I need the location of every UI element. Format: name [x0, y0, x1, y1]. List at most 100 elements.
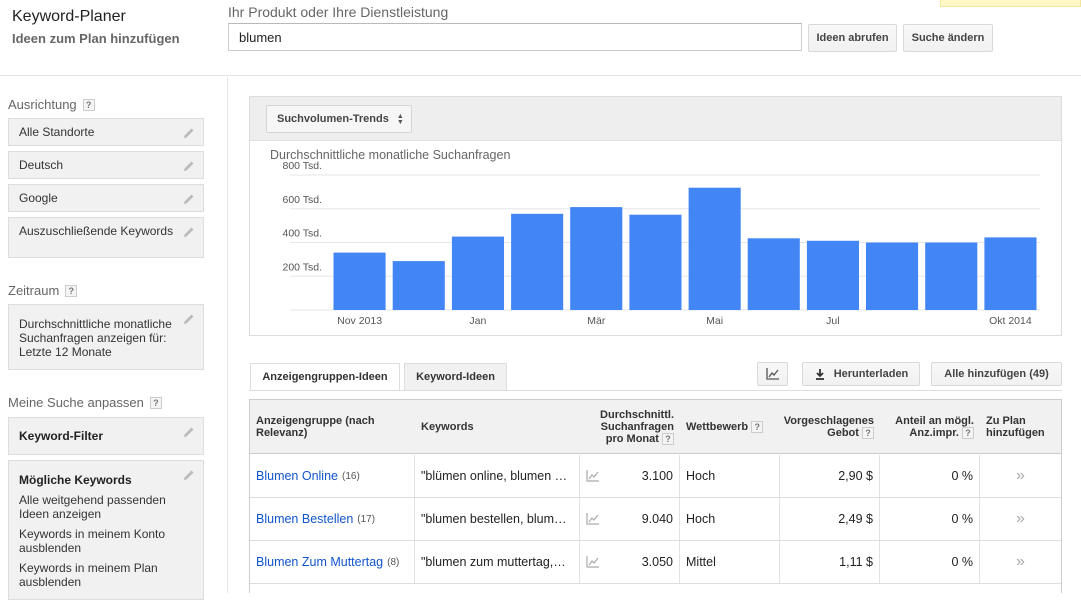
adgroup-ideas-table: Anzeigengruppe (nach Relevanz) Keywords …: [249, 399, 1062, 593]
y-tick-label: 400 Tsd.: [282, 228, 322, 240]
chart-bar[interactable]: [570, 207, 623, 310]
chart-bar[interactable]: [392, 261, 445, 310]
chart-toggle-button[interactable]: [757, 362, 788, 386]
col-share-label: Anteil an mögl. Anz.impr. ?: [886, 415, 974, 439]
add-all-button[interactable]: Alle hinzufügen (49): [931, 362, 1062, 386]
targeting-section-title: Ausrichtung ?: [8, 97, 95, 112]
adgroup-link[interactable]: Blumen Zum Muttertag: [256, 555, 383, 569]
competition-cell: Hoch: [680, 498, 780, 540]
col-suggested-bid[interactable]: Vorgeschlagenes Gebot ?: [780, 400, 880, 454]
tab-keyword-ideas[interactable]: Keyword-Ideen: [404, 363, 507, 391]
col-keywords-label: Keywords: [421, 421, 474, 433]
col-competition-text: Wettbewerb: [686, 421, 749, 433]
keyword-filter-box[interactable]: Keyword-Filter: [8, 417, 204, 455]
date-range-box[interactable]: Durchschnittliche monatliche Suchanfrage…: [8, 304, 204, 370]
competition-cell: Mittel: [680, 541, 780, 583]
get-ideas-button[interactable]: Ideen abrufen: [808, 24, 897, 52]
help-icon[interactable]: ?: [751, 421, 764, 433]
add-to-plan-cell[interactable]: »: [980, 455, 1061, 497]
x-tick-label: Mär: [587, 315, 606, 327]
chart-bar[interactable]: [806, 240, 859, 310]
trend-cell[interactable]: [580, 541, 612, 583]
help-icon[interactable]: ?: [65, 284, 78, 297]
add-to-plan-cell[interactable]: »: [980, 541, 1061, 583]
download-button[interactable]: Herunterladen: [802, 362, 920, 386]
chart-bar[interactable]: [747, 238, 800, 310]
table-row: Blumen Bestellen (17) "blumen bestellen, …: [250, 498, 1061, 541]
chart-bar[interactable]: [511, 213, 564, 310]
chart-bar[interactable]: [451, 236, 504, 310]
keyword-filter-label: Keyword-Filter: [19, 429, 104, 443]
modify-search-button[interactable]: Suche ändern: [903, 24, 993, 52]
table-row: Blumen Zum Muttertag (8) "blumen zum mutt…: [250, 541, 1061, 584]
y-tick-label: 200 Tsd.: [282, 261, 322, 273]
chart-bar[interactable]: [333, 252, 386, 310]
add-arrow-icon[interactable]: »: [1016, 553, 1025, 571]
bar-chart: 200 Tsd. 400 Tsd. 600 Tsd. 800 Tsd. Nov 2013…: [282, 160, 1040, 327]
x-tick-label: Jul: [826, 315, 839, 327]
pencil-icon: [184, 227, 194, 237]
chart-bar[interactable]: [984, 237, 1037, 310]
search-label: Ihr Produkt oder Ihre Dienstleistung: [228, 4, 449, 20]
bid-cell: 2,49 $: [780, 498, 880, 540]
date-range-section-title: Zeitraum ?: [8, 283, 78, 298]
keyword-count: (8): [387, 556, 400, 568]
table-header: Anzeigengruppe (nach Relevanz) Keywords …: [250, 400, 1061, 454]
col-keywords[interactable]: Keywords: [415, 400, 580, 454]
chart-bar[interactable]: [866, 242, 919, 311]
targeting-location[interactable]: Alle Standorte: [8, 118, 204, 146]
help-icon[interactable]: ?: [862, 427, 874, 439]
pencil-icon: [184, 314, 194, 324]
col-impr-share[interactable]: Anteil an mögl. Anz.impr. ?: [880, 400, 980, 454]
add-arrow-icon[interactable]: »: [1016, 467, 1025, 485]
x-tick-label: Okt 2014: [989, 315, 1032, 327]
targeting-location-label: Alle Standorte: [19, 125, 95, 139]
share-cell: 0 %: [880, 455, 980, 497]
adgroup-cell: Blumen Online (16): [250, 455, 415, 497]
keyword-count: (16): [342, 470, 360, 482]
top-bar: Keyword-Planer Ideen zum Plan hinzufügen…: [0, 0, 1081, 76]
chart-bar[interactable]: [629, 214, 682, 310]
date-range-text: Durchschnittliche monatliche Suchanfrage…: [19, 317, 172, 359]
targeting-language[interactable]: Deutsch: [8, 151, 204, 179]
notification-corner[interactable]: [940, 0, 1081, 7]
help-icon[interactable]: ?: [962, 427, 974, 439]
add-to-plan-cell[interactable]: »: [980, 498, 1061, 540]
targeting-title-text: Ausrichtung: [8, 97, 77, 112]
adgroup-link[interactable]: Blumen Online: [256, 469, 338, 483]
col-add-label: Zu Plan hinzufügen: [986, 415, 1045, 439]
mini-chart-icon: [586, 470, 599, 482]
mini-chart-icon: [586, 513, 599, 525]
pencil-icon: [184, 161, 194, 171]
pencil-icon: [184, 194, 194, 204]
add-arrow-icon[interactable]: »: [1016, 510, 1025, 528]
tab-adgroup-ideas[interactable]: Anzeigengruppen-Ideen: [250, 363, 400, 391]
adgroup-link[interactable]: Blumen Bestellen: [256, 512, 353, 526]
y-tick-label: 800 Tsd.: [282, 160, 322, 172]
chart-bar[interactable]: [925, 242, 978, 311]
help-icon[interactable]: ?: [662, 433, 674, 445]
col-competition[interactable]: Wettbewerb ?: [680, 400, 780, 454]
keywords-cell[interactable]: "blumen bestellen, blum…: [415, 498, 580, 540]
keyword-option-hide-plan: Keywords in meinem Plan ausblenden: [19, 561, 158, 589]
download-label: Herunterladen: [833, 368, 909, 380]
targeting-negative-keywords[interactable]: Auszuschließende Keywords: [8, 217, 204, 258]
help-icon[interactable]: ?: [149, 396, 162, 409]
customize-section-title: Meine Suche anpassen ?: [8, 395, 162, 410]
product-search-input[interactable]: [228, 23, 802, 51]
keyword-options-title: Mögliche Keywords: [19, 473, 132, 487]
y-tick-label: 600 Tsd.: [282, 194, 322, 206]
trend-cell[interactable]: [580, 455, 612, 497]
help-icon[interactable]: ?: [82, 98, 95, 111]
col-adgroup[interactable]: Anzeigengruppe (nach Relevanz): [250, 400, 415, 454]
searches-cell: 3.050: [612, 541, 680, 583]
keywords-cell[interactable]: "blumen zum muttertag,…: [415, 541, 580, 583]
targeting-network[interactable]: Google: [8, 184, 204, 212]
col-avg-searches[interactable]: Durchschnittl. Suchanfragen pro Monat ?: [580, 400, 680, 454]
chart-bar[interactable]: [688, 187, 741, 310]
keyword-option-hide-account: Keywords in meinem Konto ausblenden: [19, 527, 166, 555]
keyword-options-box[interactable]: Mögliche Keywords Alle weitgehend passen…: [8, 460, 204, 600]
searches-cell: 3.100: [612, 455, 680, 497]
keywords-cell[interactable]: "blümen online, blumen …: [415, 455, 580, 497]
trend-cell[interactable]: [580, 498, 612, 540]
